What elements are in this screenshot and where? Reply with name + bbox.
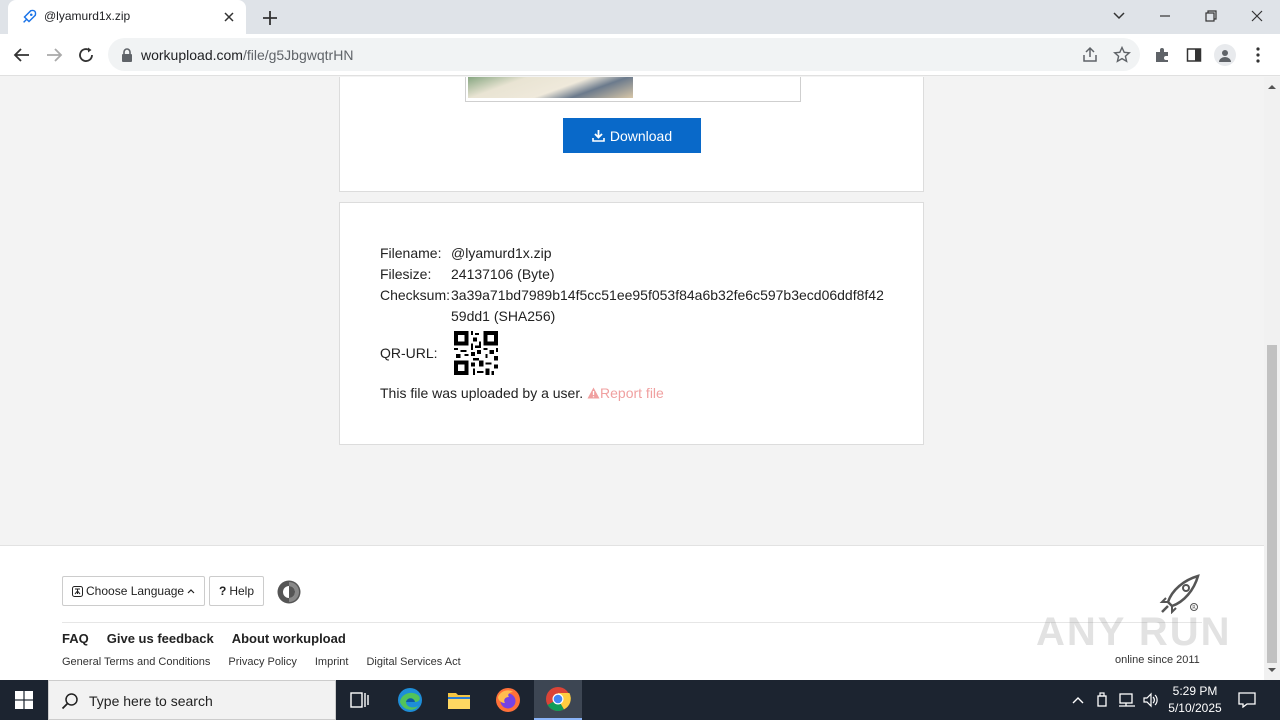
- footer-secondary-links: General Terms and Conditions Privacy Pol…: [62, 656, 461, 668]
- filesize-label: Filesize:: [380, 266, 432, 282]
- file-preview: [465, 77, 801, 102]
- filesize-value: 24137106 (Byte): [451, 266, 555, 282]
- footer-link-about[interactable]: About workupload: [232, 631, 346, 646]
- checksum-value: 3a39a71bd7989b14f5cc51ee95f053f84a6b32fe…: [451, 287, 884, 324]
- uploaded-notice: This file was uploaded by a user. Report…: [380, 385, 891, 401]
- choose-language-label: Choose Language: [86, 584, 185, 598]
- chrome-icon[interactable]: [534, 680, 582, 720]
- tab-search-icon[interactable]: [1096, 0, 1142, 32]
- footer-primary-links: FAQ Give us feedback About workupload: [62, 631, 346, 646]
- taskbar-search-box[interactable]: Type here to search: [48, 680, 336, 720]
- close-tab-icon[interactable]: [220, 8, 238, 26]
- tab-title: @lyamurd1x.zip: [44, 9, 131, 23]
- footer-link-privacy[interactable]: Privacy Policy: [228, 656, 296, 668]
- browser-tab-strip: @lyamurd1x.zip: [0, 0, 1280, 34]
- footer-link-imprint[interactable]: Imprint: [315, 656, 349, 668]
- taskbar-clock[interactable]: 5:29 PM 5/10/2025: [1160, 683, 1230, 717]
- footer-link-dsa[interactable]: Digital Services Act: [366, 656, 460, 668]
- site-footer: Choose Language ? Help FAQ Give us feedb…: [0, 545, 1264, 680]
- download-icon: [592, 130, 605, 142]
- chevron-up-icon: [187, 589, 195, 594]
- page-scrollbar[interactable]: [1264, 77, 1280, 680]
- scroll-down-icon[interactable]: [1268, 666, 1276, 674]
- download-label: Download: [609, 127, 673, 144]
- page-viewport: Download Filename: @lyamurd1x.zip Filesi…: [0, 77, 1264, 680]
- footer-link-terms[interactable]: General Terms and Conditions: [62, 656, 210, 668]
- theme-toggle-icon[interactable]: [276, 579, 302, 605]
- minimize-icon[interactable]: [1142, 0, 1188, 32]
- qr-label: QR-URL:: [380, 345, 438, 361]
- share-icon[interactable]: [1080, 45, 1100, 65]
- file-explorer-icon[interactable]: [435, 680, 483, 720]
- volume-icon[interactable]: [1140, 680, 1162, 720]
- url-path: /file/g5JbgwqtrHN: [242, 47, 354, 63]
- file-info-table: Filename: @lyamurd1x.zip Filesize: 24137…: [380, 243, 891, 401]
- workupload-rocket-logo-icon: R: [1159, 574, 1200, 614]
- checksum-row: Checksum: 3a39a71bd7989b14f5cc51ee95f053…: [380, 285, 891, 327]
- language-icon: [72, 585, 83, 597]
- address-bar[interactable]: workupload.com/file/g5JbgwqtrHN: [108, 38, 1140, 71]
- report-file-label: Report file: [600, 385, 664, 401]
- download-button[interactable]: Download: [563, 118, 701, 153]
- file-info-card: Filename: @lyamurd1x.zip Filesize: 24137…: [339, 202, 924, 445]
- search-placeholder: Type here to search: [89, 693, 213, 709]
- usb-device-icon[interactable]: [1092, 680, 1112, 720]
- filename-row: Filename: @lyamurd1x.zip: [380, 243, 891, 264]
- network-icon[interactable]: [1116, 680, 1138, 720]
- help-button[interactable]: ? Help: [209, 576, 265, 606]
- anyrun-watermark: ANY RUN: [1036, 610, 1232, 654]
- rocket-favicon-icon: [23, 9, 37, 23]
- download-card: Download: [339, 77, 924, 192]
- url-text[interactable]: workupload.com/file/g5JbgwqtrHN: [141, 47, 353, 63]
- filename-label: Filename:: [380, 245, 442, 261]
- online-since-text: online since 2011: [1115, 654, 1200, 666]
- footer-link-feedback[interactable]: Give us feedback: [107, 631, 214, 646]
- report-file-link[interactable]: Report file: [587, 385, 664, 401]
- search-icon: [61, 693, 78, 710]
- profile-avatar-icon[interactable]: [1214, 44, 1236, 66]
- back-icon[interactable]: [10, 43, 34, 67]
- warning-icon: [587, 387, 600, 399]
- windows-start-icon[interactable]: [0, 680, 48, 720]
- filesize-row: Filesize: 24137106 (Byte): [380, 264, 891, 285]
- help-label: Help: [229, 584, 255, 598]
- firefox-icon[interactable]: [484, 680, 532, 720]
- scroll-up-icon[interactable]: [1268, 83, 1276, 91]
- menu-kebab-icon[interactable]: [1247, 44, 1269, 66]
- filename-value: @lyamurd1x.zip: [451, 245, 552, 261]
- reload-icon[interactable]: [74, 43, 98, 67]
- footer-divider: [62, 622, 1202, 623]
- clock-date: 5/10/2025: [1168, 701, 1222, 715]
- notifications-icon[interactable]: [1232, 680, 1262, 720]
- browser-toolbar: workupload.com/file/g5JbgwqtrHN: [0, 34, 1280, 76]
- svg-text:R: R: [1192, 605, 1196, 611]
- extensions-puzzle-icon[interactable]: [1151, 44, 1173, 66]
- windows-taskbar: Type here to search 5:29 PM 5/10/2025: [0, 680, 1280, 720]
- url-host: workupload.com: [141, 47, 243, 63]
- uploaded-text: This file was uploaded by a user.: [380, 385, 584, 401]
- side-panel-icon[interactable]: [1183, 44, 1205, 66]
- forward-icon[interactable]: [42, 43, 66, 67]
- bookmark-star-icon[interactable]: [1112, 45, 1132, 65]
- task-view-icon[interactable]: [336, 680, 384, 720]
- preview-image: [468, 77, 633, 98]
- browser-tab[interactable]: @lyamurd1x.zip: [8, 0, 246, 34]
- footer-link-faq[interactable]: FAQ: [62, 631, 89, 646]
- scrollbar-thumb[interactable]: [1267, 345, 1277, 663]
- edge-browser-icon[interactable]: [386, 680, 434, 720]
- checksum-label: Checksum:: [380, 287, 451, 303]
- close-window-icon[interactable]: [1234, 0, 1280, 32]
- new-tab-icon[interactable]: [258, 6, 282, 30]
- show-hidden-icons-icon[interactable]: [1068, 680, 1088, 720]
- qr-code-icon[interactable]: [454, 331, 498, 375]
- help-question-icon: ?: [219, 584, 227, 598]
- choose-language-button[interactable]: Choose Language: [62, 576, 206, 606]
- restore-icon[interactable]: [1188, 0, 1234, 32]
- clock-time: 5:29 PM: [1172, 684, 1218, 698]
- lock-icon[interactable]: [120, 47, 134, 63]
- qr-row: QR-URL:: [380, 329, 891, 377]
